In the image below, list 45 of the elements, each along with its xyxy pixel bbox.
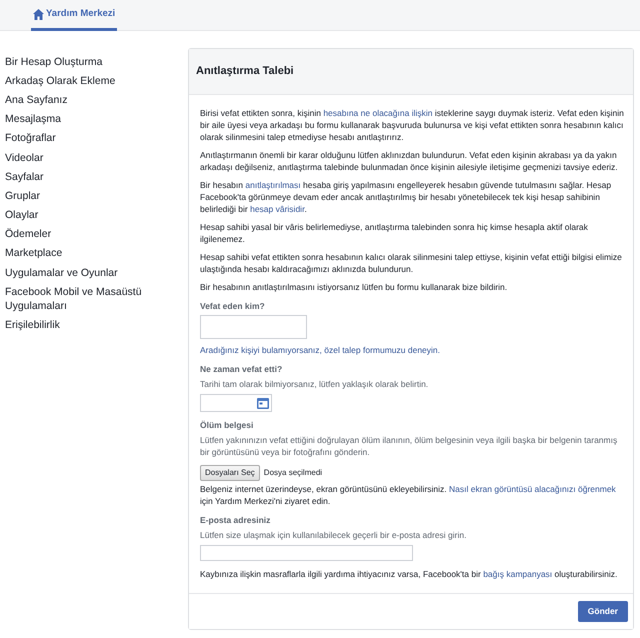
- sidebar-link[interactable]: Sayfalar: [5, 167, 170, 186]
- body-paragraph: Bir hesabının anıtlaştırılmasını istiyorsanız lütfen bu formu kullanarak bize bildirin.: [200, 281, 508, 293]
- sidebar-link[interactable]: Facebook Mobil ve Masaüstü Uygulamaları: [5, 282, 170, 316]
- body-paragraph: Hesap sahibi vefat ettikten sonra hesabının kalıcı olarak silinmesini talep ettiyse, kişinin vefat ettiği bilgisi elimize ulaştığında hesabı kaldıracağımızı aklınızda bulundurun.: [200, 251, 623, 275]
- inline-link[interactable]: hesabına ne olacağına ilişkin: [323, 108, 432, 118]
- field-label: Ne zaman vefat etti?: [200, 363, 284, 375]
- form-title: Anıtlaştırma Talebi: [196, 64, 294, 78]
- body-paragraph: Anıtlaştırmanın önemli bir karar olduğunu lütfen aklınızdan bulundurun. Vefat eden kişinin akrabası ya da yakın arkadaşı değilseniz, anıtlaştırma talebinde bulunmadan önce kişinin ailesiyle iletişime geçmenizi tavsiye ederiz.: [200, 149, 619, 173]
- field-description: Lütfen yakınınızın vefat ettiğini doğrulayan ölüm ilanının, ölüm belgesinin veya ilgili başka bir belgenin taranmış bir görüntüsünü veya bir fotoğrafını gönderin.: [200, 434, 618, 458]
- field-description: Lütfen size ulaşmak için kullanılabilecek geçerli bir e-posta adresi girin.: [200, 529, 468, 541]
- inline-link[interactable]: Nasıl ekran görüntüsü alacağınızı öğrenmek: [449, 484, 616, 494]
- sidebar-link[interactable]: Mesajlaşma: [5, 110, 170, 129]
- help-center-tab[interactable]: Yardım Merkezi: [31, 0, 118, 31]
- body-paragraph: Birisi vefat ettikten sonra, kişinin hesabına ne olacağına ilişkin isteklerine saygı duymak isteriz. Vefat eden kişinin bir aile üyesi veya arkadaşı bu formu kullanarak başvuruda bulunursa ve kişi vefat ettikten sonra hesabının kalıcı olarak silinmesini talep etmediyse hesabı anıtlaştırırız.: [200, 107, 624, 143]
- sidebar-link[interactable]: Marketplace: [5, 244, 170, 264]
- field-label: E-posta adresiniz: [200, 514, 272, 526]
- sidebar-link[interactable]: Videolar: [5, 148, 170, 168]
- body-paragraph: Belgeniz internet üzerindeyse, ekran görüntüsünü ekleyebilirsiniz. Nasıl ekran görüntüsü alacağınızı öğrenmek için Yardım Merkezi'ni ziyaret edin.: [200, 483, 617, 507]
- file-status: Dosya seçilmedi: [264, 467, 322, 479]
- sidebar-link[interactable]: Erişilebilirlik: [5, 315, 170, 335]
- inline-link[interactable]: hesap vârisidir: [250, 204, 304, 214]
- sidebar-link[interactable]: Bir Hesap Oluşturma: [5, 52, 170, 72]
- field-description: Tarihi tam olarak bilmiyorsanız, lütfen yaklaşık olarak belirtin.: [200, 378, 430, 390]
- email-input-field[interactable]: [200, 545, 413, 561]
- field-label: Ölüm belgesi: [200, 419, 254, 431]
- inline-link[interactable]: bağış kampanyası: [483, 569, 552, 579]
- field-label: Vefat eden kim?: [200, 300, 266, 312]
- sidebar-link[interactable]: Gruplar: [5, 186, 170, 206]
- sidebar-link[interactable]: Ödemeler: [5, 224, 170, 244]
- name-input-field[interactable]: [200, 315, 307, 339]
- help-link[interactable]: Aradığınız kişiyi bulamıyorsanız, özel talep formumuzu deneyin.: [200, 344, 440, 356]
- send-button[interactable]: Gönder: [578, 601, 628, 622]
- house-icon: [33, 8, 44, 20]
- sidebar-link[interactable]: Arkadaş Olarak Ekleme: [5, 71, 170, 90]
- sidebar-link[interactable]: Ana Sayfanız: [5, 90, 170, 110]
- sidebar-link[interactable]: Uygulamalar ve Oyunlar: [5, 263, 170, 282]
- sidebar-link[interactable]: Fotoğraflar: [5, 128, 170, 148]
- sidebar-link[interactable]: Olaylar: [5, 206, 170, 225]
- body-paragraph: Kaybınıza ilişkin masraflarla ilgili yardıma ihtiyacınız varsa, Facebook'ta bir bağış kampanyası oluşturabilirsiniz.: [200, 568, 618, 580]
- choose-files-button[interactable]: Dosyaları Seç: [200, 465, 260, 481]
- calendar-icon[interactable]: [257, 398, 269, 408]
- body-paragraph: Hesap sahibi yasal bir vâris belirlemediyse, anıtlaştırma talebinden sonra hiç kimse hesapla aktif olarak ilgilenemez.: [200, 221, 589, 245]
- date-field[interactable]: [200, 394, 272, 412]
- body-paragraph: Bir hesabın anıtlaştırılması hesaba giriş yapılmasını engelleyerek hesabın güvende tutulmasını sağlar. Hesap Facebook'ta görünmeye devam eder ancak anıtlaştırılmış bir hesabı yönetebilecek tek kişi hesap sahibinin belirlediği bir hesap vârisidir.: [200, 179, 612, 215]
- inline-link[interactable]: anıtlaştırılması: [245, 180, 301, 190]
